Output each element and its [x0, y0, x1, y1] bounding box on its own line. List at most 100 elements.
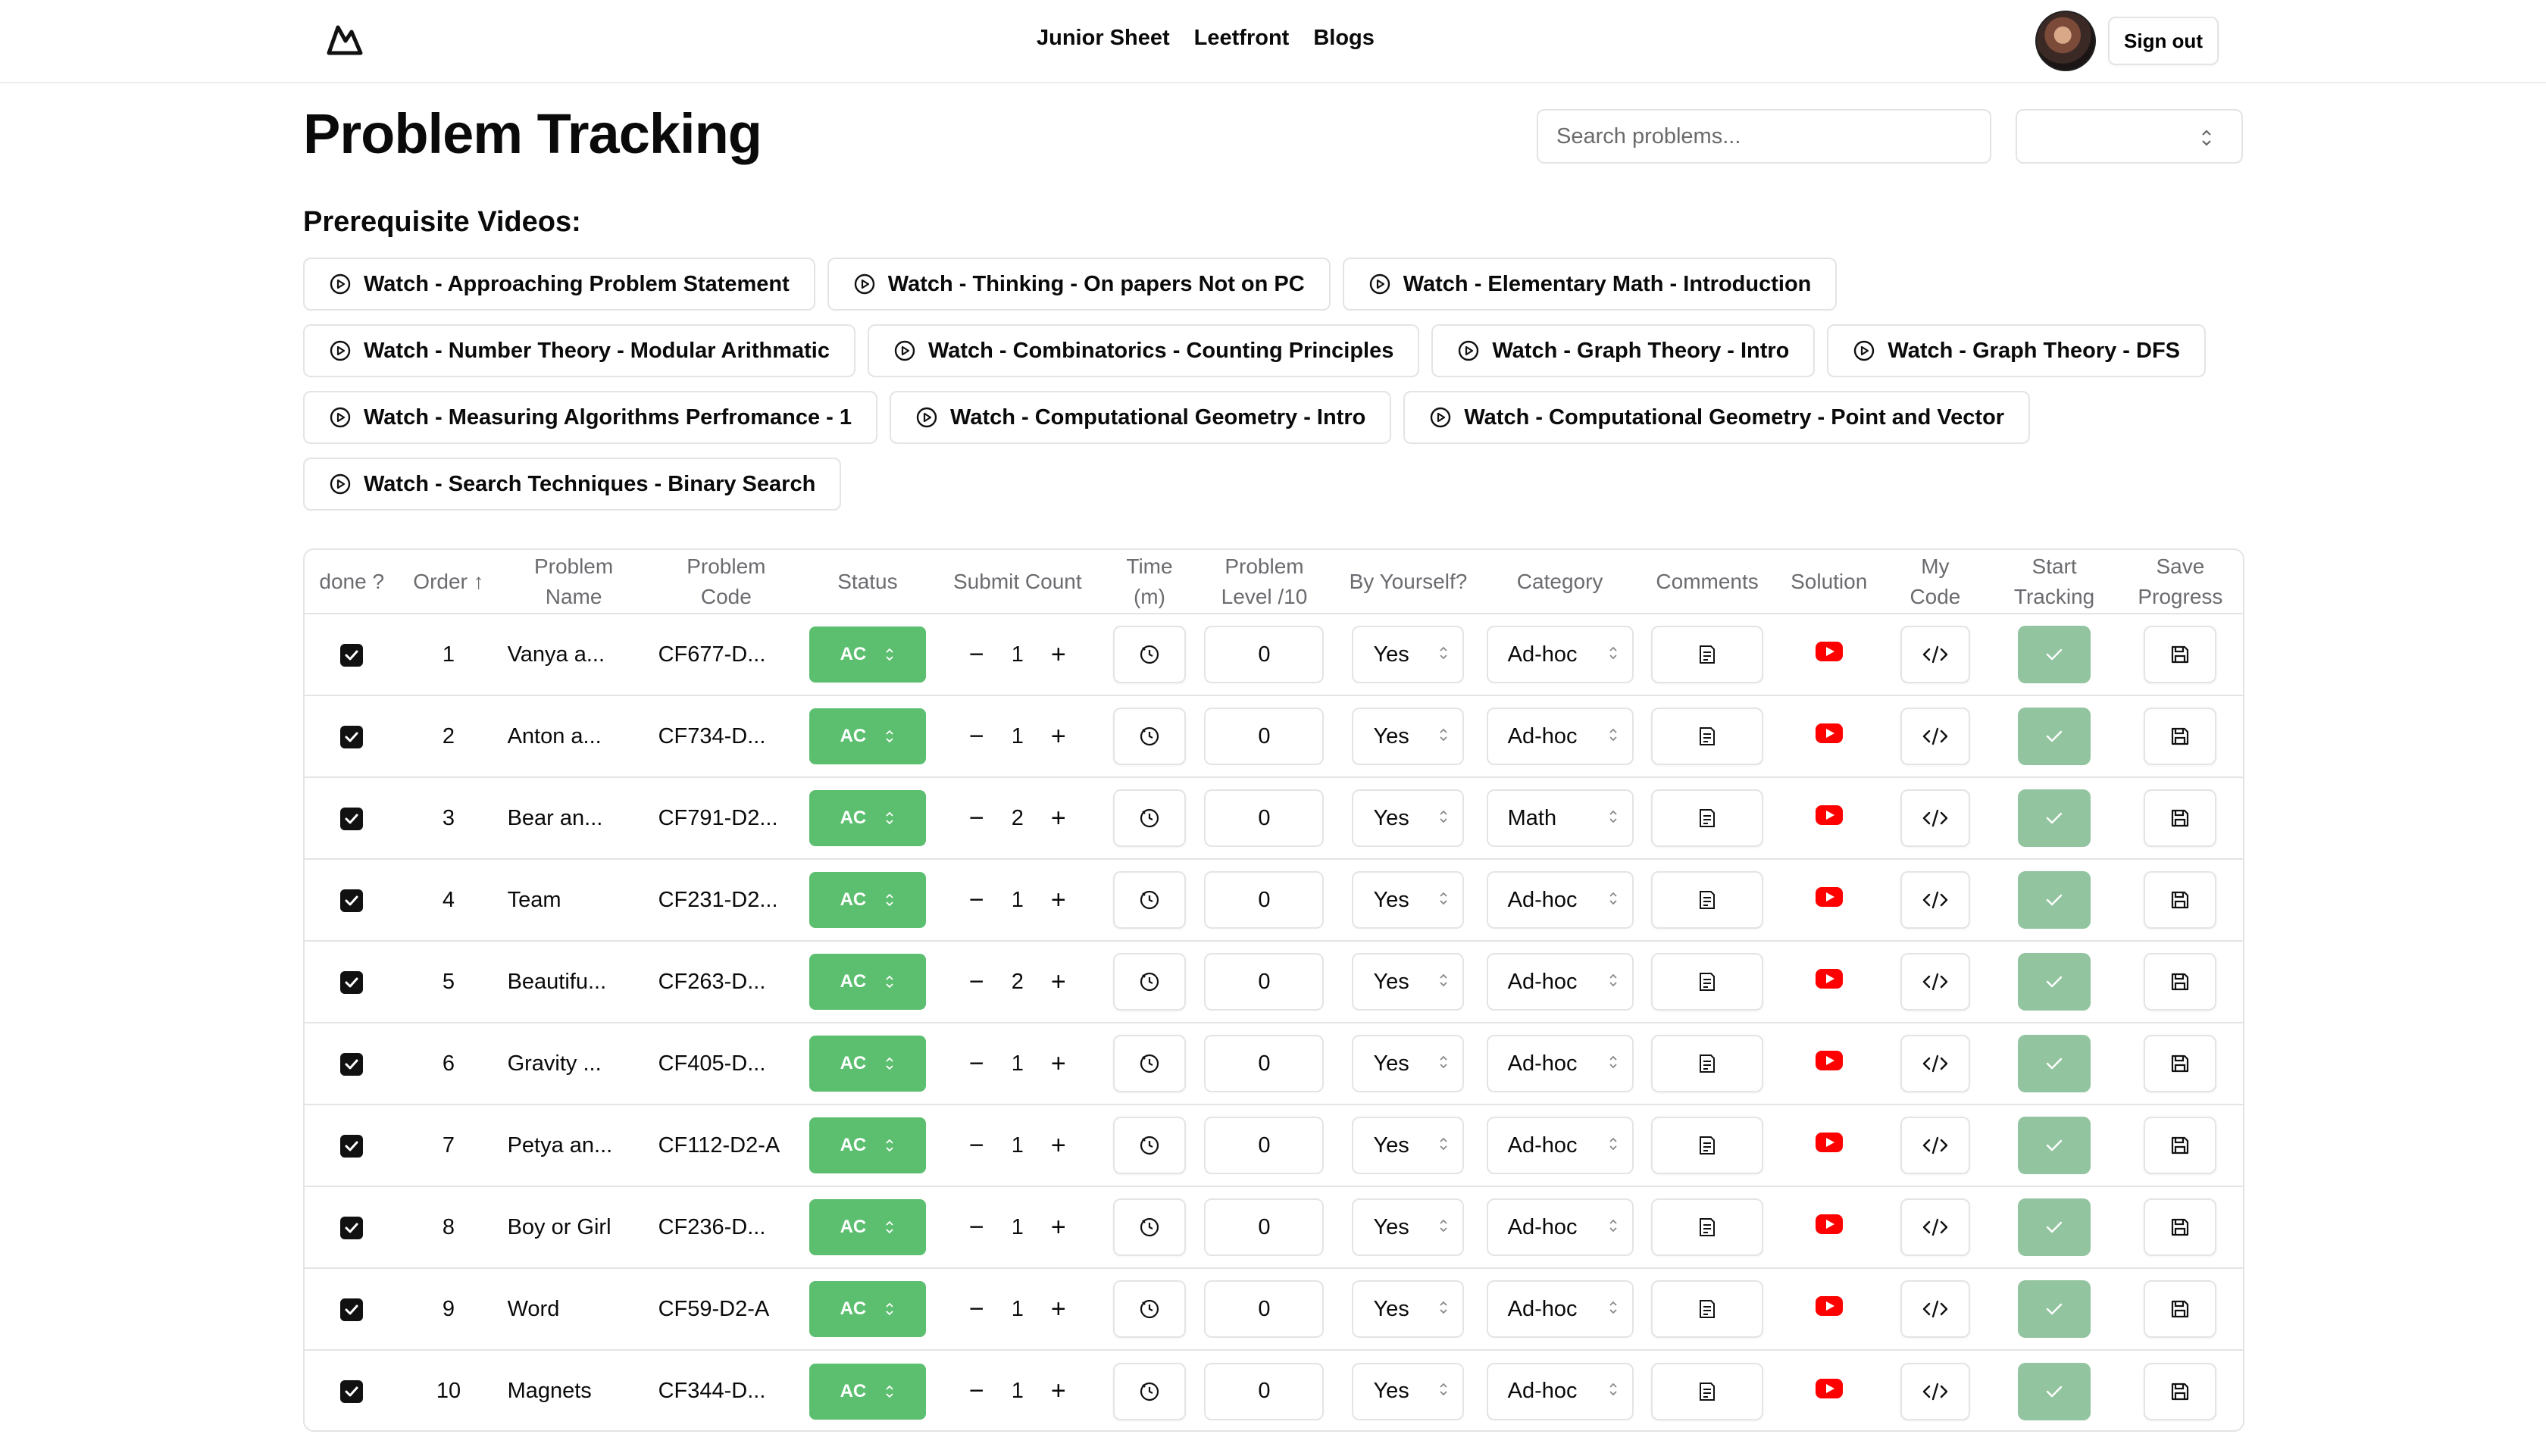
comments-button[interactable]	[1651, 1198, 1764, 1256]
comments-button[interactable]	[1651, 626, 1764, 683]
save-progress-button[interactable]	[2144, 1117, 2217, 1174]
my-code-button[interactable]	[1900, 871, 1970, 929]
timer-button[interactable]	[1112, 789, 1186, 847]
my-code-button[interactable]	[1900, 1117, 1970, 1174]
increment-button[interactable]: +	[1051, 1213, 1066, 1242]
youtube-icon[interactable]	[1815, 1296, 1843, 1316]
my-code-button[interactable]	[1900, 708, 1970, 765]
start-tracking-button[interactable]	[2018, 953, 2091, 1011]
increment-button[interactable]: +	[1051, 1049, 1066, 1079]
status-select[interactable]: AC	[809, 790, 926, 846]
save-progress-button[interactable]	[2144, 953, 2217, 1011]
by-yourself-select[interactable]: Yes	[1352, 789, 1465, 847]
start-tracking-button[interactable]	[2018, 708, 2091, 765]
problem-code[interactable]: CF677-D...	[649, 614, 804, 696]
problem-name[interactable]: Word	[498, 1268, 649, 1351]
watch-video-button[interactable]: Watch - Measuring Algorithms Perfromance…	[303, 391, 878, 444]
increment-button[interactable]: +	[1051, 804, 1066, 833]
comments-button[interactable]	[1651, 1117, 1764, 1174]
decrement-button[interactable]: −	[969, 1295, 984, 1324]
problem-level-input[interactable]: 0	[1204, 953, 1325, 1011]
by-yourself-select[interactable]: Yes	[1352, 871, 1465, 929]
comments-button[interactable]	[1651, 1280, 1764, 1338]
decrement-button[interactable]: −	[969, 886, 984, 915]
problem-name[interactable]: Magnets	[499, 1350, 649, 1430]
increment-button[interactable]: +	[1051, 1295, 1066, 1324]
category-select[interactable]: Ad-hoc	[1486, 1035, 1634, 1092]
increment-button[interactable]: +	[1051, 967, 1066, 997]
save-progress-button[interactable]	[2144, 1280, 2217, 1338]
save-progress-button[interactable]	[2144, 1362, 2217, 1420]
increment-button[interactable]: +	[1051, 640, 1066, 670]
done-checkbox[interactable]	[340, 970, 364, 994]
decrement-button[interactable]: −	[969, 1213, 984, 1242]
category-select[interactable]: Ad-hoc	[1486, 1198, 1634, 1256]
search-input[interactable]	[1537, 109, 1991, 164]
problem-level-input[interactable]: 0	[1204, 1198, 1325, 1256]
save-progress-button[interactable]	[2144, 708, 2217, 765]
problem-level-input[interactable]: 0	[1204, 708, 1325, 765]
category-select[interactable]: Ad-hoc	[1486, 626, 1634, 683]
timer-button[interactable]	[1112, 1198, 1186, 1256]
timer-button[interactable]	[1112, 1280, 1186, 1338]
decrement-button[interactable]: −	[969, 1376, 984, 1406]
problem-code[interactable]: CF236-D...	[649, 1186, 804, 1269]
decrement-button[interactable]: −	[969, 1049, 984, 1079]
decrement-button[interactable]: −	[969, 640, 984, 670]
problem-code[interactable]: CF344-D...	[649, 1350, 804, 1430]
watch-video-button[interactable]: Watch - Elementary Math - Introduction	[1342, 258, 1838, 311]
problem-name[interactable]: Petya an...	[498, 1104, 649, 1187]
start-tracking-button[interactable]	[2018, 1198, 2091, 1256]
start-tracking-button[interactable]	[2018, 1035, 2091, 1092]
problem-level-input[interactable]: 0	[1204, 1117, 1325, 1174]
comments-button[interactable]	[1651, 871, 1764, 929]
timer-button[interactable]	[1112, 953, 1186, 1011]
timer-button[interactable]	[1112, 1035, 1186, 1092]
youtube-icon[interactable]	[1815, 642, 1843, 661]
category-select[interactable]: Math	[1486, 789, 1634, 847]
watch-video-button[interactable]: Watch - Combinatorics - Counting Princip…	[867, 324, 1420, 377]
save-progress-button[interactable]	[2144, 871, 2217, 929]
problem-code[interactable]: CF263-D...	[649, 941, 804, 1023]
watch-video-button[interactable]: Watch - Number Theory - Modular Arithmat…	[303, 324, 855, 377]
decrement-button[interactable]: −	[969, 967, 984, 997]
save-progress-button[interactable]	[2144, 1198, 2217, 1256]
column-header[interactable]: Order ↑	[399, 550, 499, 614]
category-select[interactable]: Ad-hoc	[1486, 708, 1634, 765]
watch-video-button[interactable]: Watch - Graph Theory - Intro	[1431, 324, 1816, 377]
youtube-icon[interactable]	[1815, 1214, 1843, 1234]
increment-button[interactable]: +	[1051, 1376, 1066, 1406]
youtube-icon[interactable]	[1815, 1133, 1843, 1152]
timer-button[interactable]	[1112, 1362, 1186, 1420]
nav-blogs[interactable]: Blogs	[1313, 26, 1375, 51]
youtube-icon[interactable]	[1815, 887, 1843, 907]
problem-name[interactable]: Anton a...	[498, 695, 649, 778]
watch-video-button[interactable]: Watch - Search Techniques - Binary Searc…	[303, 458, 842, 511]
category-select[interactable]: Ad-hoc	[1486, 953, 1634, 1011]
save-progress-button[interactable]	[2144, 626, 2217, 683]
status-select[interactable]: AC	[809, 872, 926, 928]
problem-level-input[interactable]: 0	[1204, 626, 1325, 683]
youtube-icon[interactable]	[1815, 723, 1843, 743]
youtube-icon[interactable]	[1815, 1051, 1843, 1070]
problem-name[interactable]: Gravity ...	[498, 1023, 649, 1105]
my-code-button[interactable]	[1900, 953, 1970, 1011]
problem-name[interactable]: Team	[498, 859, 649, 942]
status-select[interactable]: AC	[809, 708, 926, 764]
my-code-button[interactable]	[1900, 1035, 1970, 1092]
my-code-button[interactable]	[1900, 789, 1970, 847]
my-code-button[interactable]	[1900, 1280, 1970, 1338]
comments-button[interactable]	[1651, 708, 1764, 765]
by-yourself-select[interactable]: Yes	[1352, 708, 1465, 765]
done-checkbox[interactable]	[340, 889, 364, 912]
comments-button[interactable]	[1651, 953, 1764, 1011]
comments-button[interactable]	[1651, 789, 1764, 847]
problem-level-input[interactable]: 0	[1204, 1280, 1325, 1338]
timer-button[interactable]	[1112, 1117, 1186, 1174]
timer-button[interactable]	[1112, 626, 1186, 683]
save-progress-button[interactable]	[2144, 789, 2217, 847]
done-checkbox[interactable]	[340, 1052, 364, 1076]
problem-name[interactable]: Vanya a...	[498, 614, 649, 696]
category-select[interactable]: Ad-hoc	[1486, 1117, 1634, 1174]
by-yourself-select[interactable]: Yes	[1352, 1117, 1465, 1174]
